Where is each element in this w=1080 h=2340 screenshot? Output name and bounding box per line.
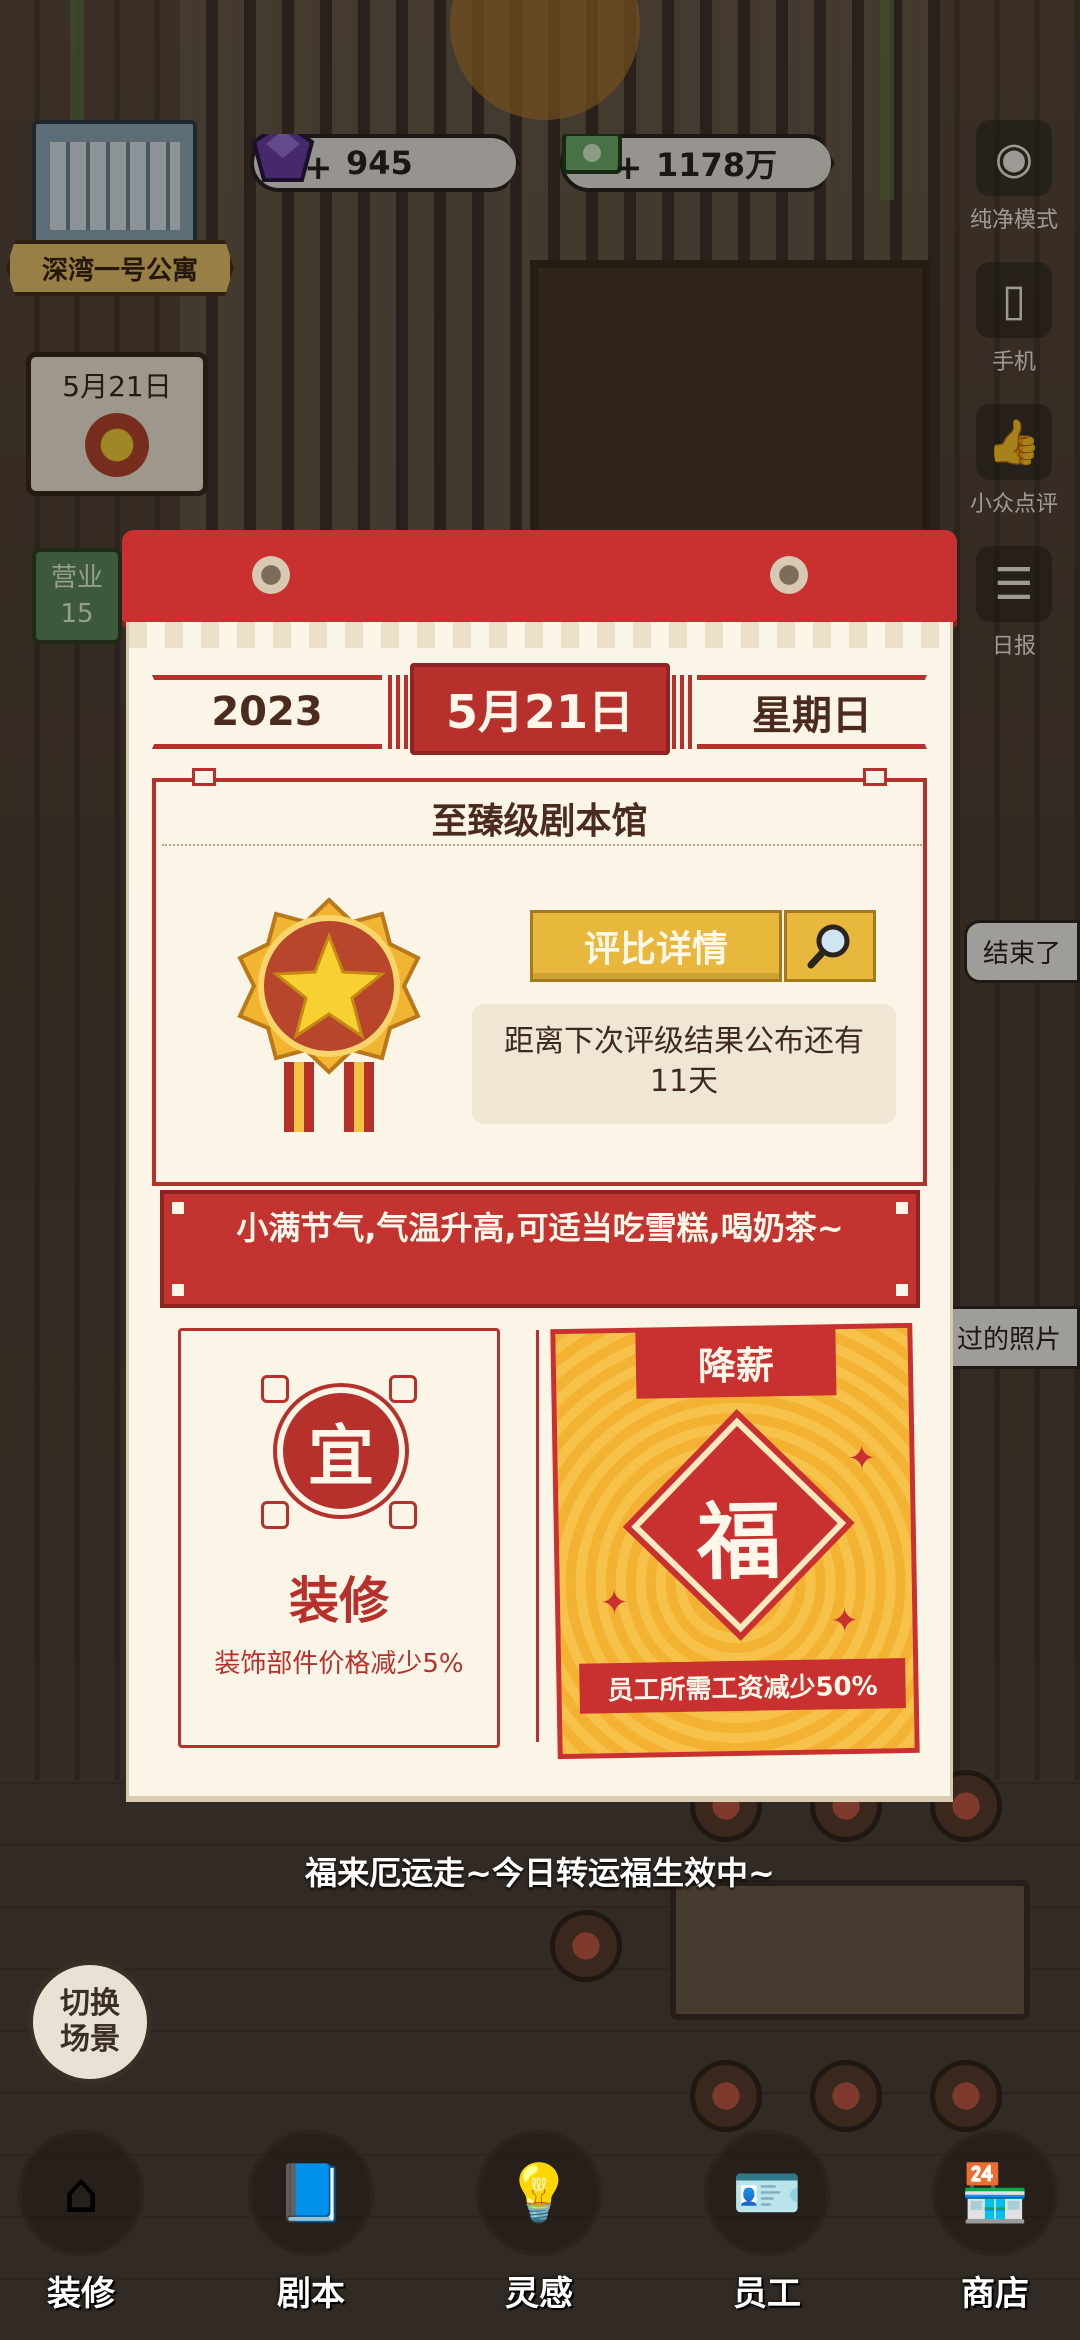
ornament-icon	[261, 1375, 289, 1403]
switch-scene-label: 切换 场景	[60, 1986, 120, 2057]
fortune-ribbon: 降薪	[635, 1325, 837, 1399]
corner-square	[896, 1284, 908, 1296]
auspicious-effect: 装饰部件价格减少5%	[214, 1649, 464, 1679]
year-label: 2023	[152, 675, 382, 749]
switch-scene-button[interactable]: 切换 场景	[28, 1960, 152, 2084]
fortune-card: 降薪 福 ✦ ✦ ✦ 员工所需工资减少50%	[550, 1322, 920, 1760]
rank-section: 至臻级剧本馆 评比详情 距离下次评级结果公布还有11天	[152, 768, 927, 1186]
ornament-icon	[389, 1375, 417, 1403]
auspicious-seal: 宜	[277, 1387, 405, 1515]
rank-title: 至臻级剧本馆	[431, 801, 648, 842]
sparkle-icon: ✦	[599, 1582, 629, 1624]
dotted-divider	[162, 844, 922, 846]
fu-character: 福	[696, 1491, 782, 1592]
nav-shop[interactable]: 🏪 商店	[920, 2120, 1070, 2340]
torn-edge	[129, 622, 950, 648]
fortune-toast: 福来厄运走~今日转运福生效中~	[305, 1854, 775, 1892]
book-icon: 📘	[248, 2130, 374, 2256]
bottom-nav: ⌂ 装修 📘 剧本 💡 灵感 🪪 员工 🏪 商店	[0, 2120, 1080, 2340]
nav-label: 装修	[47, 2274, 115, 2314]
date-label: 5月21日	[410, 663, 670, 755]
weekday-label: 星期日	[697, 675, 927, 749]
binding-ring	[252, 556, 290, 594]
auspicious-activity: 装修	[289, 1572, 389, 1630]
corner-tab	[192, 768, 216, 786]
nav-label: 灵感	[505, 2274, 573, 2314]
corner-tab	[863, 768, 887, 786]
ornament-icon	[261, 1501, 289, 1529]
magnifier-button[interactable]	[784, 910, 876, 982]
corner-square	[172, 1284, 184, 1296]
nav-inspiration[interactable]: 💡 灵感	[464, 2120, 614, 2340]
sparkle-icon: ✦	[830, 1600, 860, 1642]
ribbon-stripes	[388, 675, 410, 749]
rating-details-button[interactable]: 评比详情	[530, 910, 782, 982]
nav-script[interactable]: 📘 剧本	[236, 2120, 386, 2340]
card-divider	[536, 1330, 539, 1742]
solar-term-tip: 小满节气,气温升高,可适当吃雪糕,喝奶茶~	[160, 1190, 920, 1308]
rank-medal-icon	[237, 897, 421, 1132]
binding-ring	[770, 556, 808, 594]
shop-icon: 🏪	[932, 2130, 1058, 2256]
nav-label: 剧本	[277, 2274, 345, 2314]
nav-decorate[interactable]: ⌂ 装修	[6, 2120, 156, 2340]
fortune-effect: 员工所需工资减少50%	[579, 1658, 906, 1714]
badge-icon: 🪪	[704, 2130, 830, 2256]
house-icon: ⌂	[18, 2130, 144, 2256]
sparkle-icon: ✦	[847, 1438, 877, 1480]
auspicious-card: 宜 装修 装饰部件价格减少5%	[178, 1328, 500, 1748]
nav-label: 商店	[961, 2274, 1029, 2314]
next-rating-countdown: 距离下次评级结果公布还有11天	[472, 1004, 896, 1124]
nav-label: 员工	[733, 2274, 801, 2314]
calendar-modal: 2023 5月21日 星期日 至臻级剧本馆 评比详情 距离下次评级结果公布还有1…	[122, 530, 957, 1806]
tip-text: 小满节气,气温升高,可适当吃雪糕,喝奶茶~	[236, 1209, 844, 1247]
ornament-icon	[389, 1501, 417, 1529]
corner-square	[172, 1202, 184, 1214]
nav-staff[interactable]: 🪪 员工	[692, 2120, 842, 2340]
calendar-binding-bar	[122, 530, 957, 622]
bulb-icon: 💡	[476, 2130, 602, 2256]
magnifier-icon	[807, 924, 850, 969]
corner-square	[896, 1202, 908, 1214]
date-ribbon: 2023 5月21日 星期日	[152, 663, 927, 755]
ribbon-stripes	[672, 675, 694, 749]
